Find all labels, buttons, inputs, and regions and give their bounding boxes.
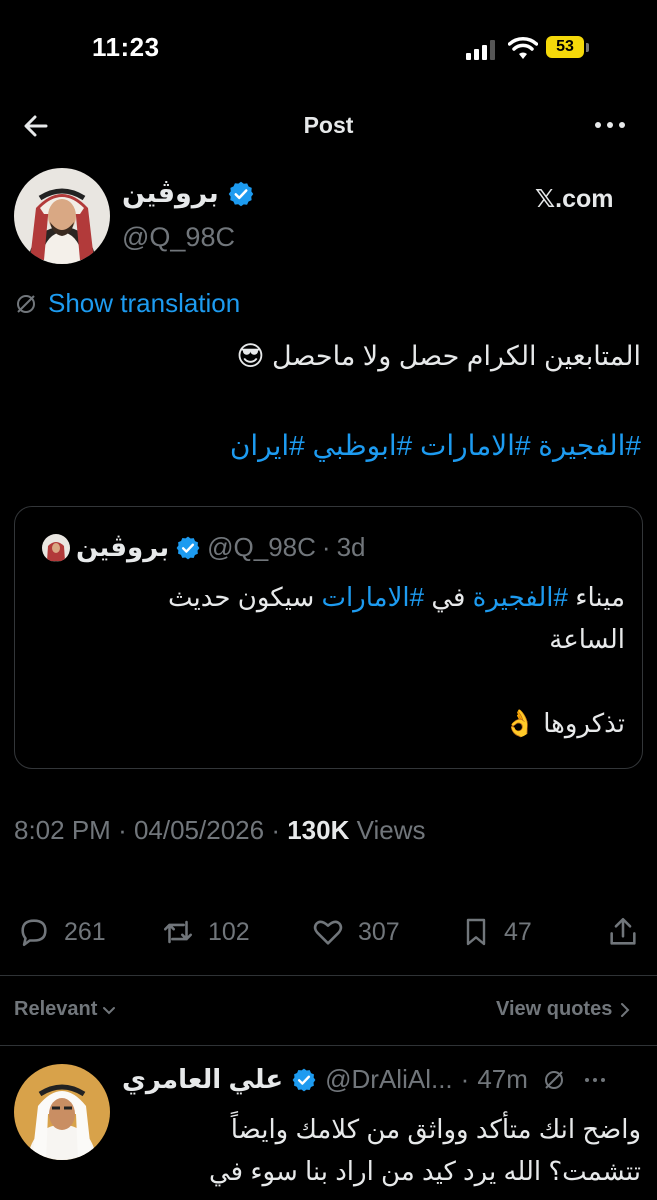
quoted-author-avatar bbox=[42, 533, 70, 562]
translate-icon bbox=[17, 294, 35, 313]
quoted-post-header: بروڤين @Q_98C · 3d bbox=[42, 532, 366, 563]
author-avatar[interactable] bbox=[14, 168, 110, 264]
quoted-post-time: 3d bbox=[336, 532, 366, 562]
bookmark-button[interactable]: 47 bbox=[460, 915, 532, 949]
reply-author-handle: @DrAliAl... bbox=[325, 1064, 453, 1094]
view-quotes-label: View quotes bbox=[496, 998, 613, 1020]
reply-header: علي العامري @DrAliAl... · 47m bbox=[122, 1064, 606, 1095]
quoted-author-name: بروڤين bbox=[76, 532, 170, 562]
battery-level: 53 bbox=[546, 36, 584, 58]
divider bbox=[0, 1045, 657, 1046]
quoted-line-1: ميناء #الفجيرة في #الامارات سيكون حديث bbox=[168, 582, 625, 612]
reply-time: 47m bbox=[477, 1064, 528, 1094]
status-time: 11:23 bbox=[92, 32, 160, 62]
heart-icon bbox=[313, 920, 343, 945]
quoted-hashtag-fujairah[interactable]: #الفجيرة bbox=[473, 582, 568, 612]
author-name-row[interactable]: بروڤين bbox=[122, 178, 255, 209]
post-meta: 8:02 PM · 04/05/2026 · 130K Views bbox=[14, 815, 426, 845]
reply-verified-badge-icon bbox=[292, 1068, 316, 1091]
post-text: المتابعين الكرام حصل ولا ماحصل 😎 bbox=[236, 341, 641, 371]
author-handle: @Q_98C bbox=[122, 222, 235, 252]
page-title: Post bbox=[303, 112, 354, 138]
chevron-right-icon bbox=[621, 1002, 630, 1017]
repost-count: 102 bbox=[208, 917, 250, 946]
show-translation-label: Show translation bbox=[48, 288, 241, 318]
reply-icon bbox=[21, 919, 47, 947]
like-button[interactable]: 307 bbox=[310, 915, 400, 949]
post-date: 04/05/2026 bbox=[133, 815, 265, 845]
watermark: 𝕏.com bbox=[535, 185, 614, 213]
views-count[interactable]: 130K bbox=[287, 815, 349, 845]
divider bbox=[0, 975, 657, 976]
quoted-post-text: ميناء #الفجيرة في #الامارات سيكون حديث ا… bbox=[45, 576, 625, 744]
quoted-line-3: تذكروها 👌 bbox=[503, 708, 625, 738]
reply-line-1: واضح انك متأكد وواثق من كلامك وايضاً bbox=[230, 1114, 641, 1144]
sort-relevant-label: Relevant bbox=[14, 998, 98, 1020]
share-icon[interactable] bbox=[606, 914, 640, 950]
show-translation-link[interactable]: Show translation bbox=[14, 288, 240, 319]
reply-count: 261 bbox=[64, 917, 106, 946]
post-hashtags: #الفجيرة #الامارات #ابوظبي #ايران bbox=[21, 426, 641, 466]
repost-icon bbox=[163, 920, 193, 944]
battery-icon: 53 bbox=[546, 36, 589, 60]
bookmark-icon bbox=[466, 918, 486, 946]
wifi-icon bbox=[508, 37, 538, 59]
reply-author-avatar[interactable] bbox=[14, 1064, 110, 1160]
chevron-down-icon bbox=[103, 1006, 116, 1014]
reply-button[interactable]: 261 bbox=[16, 915, 106, 949]
views-label: Views bbox=[356, 815, 426, 845]
post-time: 8:02 PM bbox=[14, 815, 111, 845]
reply-more-icon[interactable] bbox=[584, 1075, 606, 1085]
quoted-author-handle: @Q_98C bbox=[207, 532, 316, 562]
repost-button[interactable]: 102 bbox=[160, 915, 250, 949]
reply-line-2: تتشمت؟ الله يرد كيد من اراد بنا سوء في bbox=[209, 1156, 641, 1186]
signal-icon bbox=[466, 40, 495, 60]
quoted-verified-badge-icon bbox=[176, 536, 200, 559]
more-options-icon[interactable] bbox=[592, 115, 628, 135]
author-name: بروڤين bbox=[122, 178, 219, 208]
reply-text: واضح انك متأكد وواثق من كلامك وايضاً تتش… bbox=[121, 1108, 641, 1192]
translate-icon[interactable] bbox=[542, 1068, 566, 1092]
hashtag-abudhabi[interactable]: #ابوظبي bbox=[313, 430, 413, 461]
view-quotes-link[interactable]: View quotes bbox=[496, 998, 632, 1021]
reply-author-name[interactable]: علي العامري bbox=[122, 1064, 283, 1095]
quoted-line-2: الساعة bbox=[549, 624, 625, 654]
bookmark-count: 47 bbox=[504, 917, 532, 946]
like-count: 307 bbox=[358, 917, 400, 946]
dot-separator: · bbox=[460, 1064, 470, 1094]
hashtag-fujairah[interactable]: #الفجيرة bbox=[538, 430, 641, 461]
sort-relevant-dropdown[interactable]: Relevant bbox=[14, 998, 117, 1021]
hashtag-uae[interactable]: #الامارات bbox=[420, 430, 531, 461]
verified-badge-icon bbox=[228, 181, 253, 206]
hashtag-iran[interactable]: #ايران bbox=[230, 430, 305, 461]
dot-separator: · bbox=[321, 532, 331, 562]
quoted-hashtag-uae[interactable]: #الامارات bbox=[321, 582, 424, 612]
